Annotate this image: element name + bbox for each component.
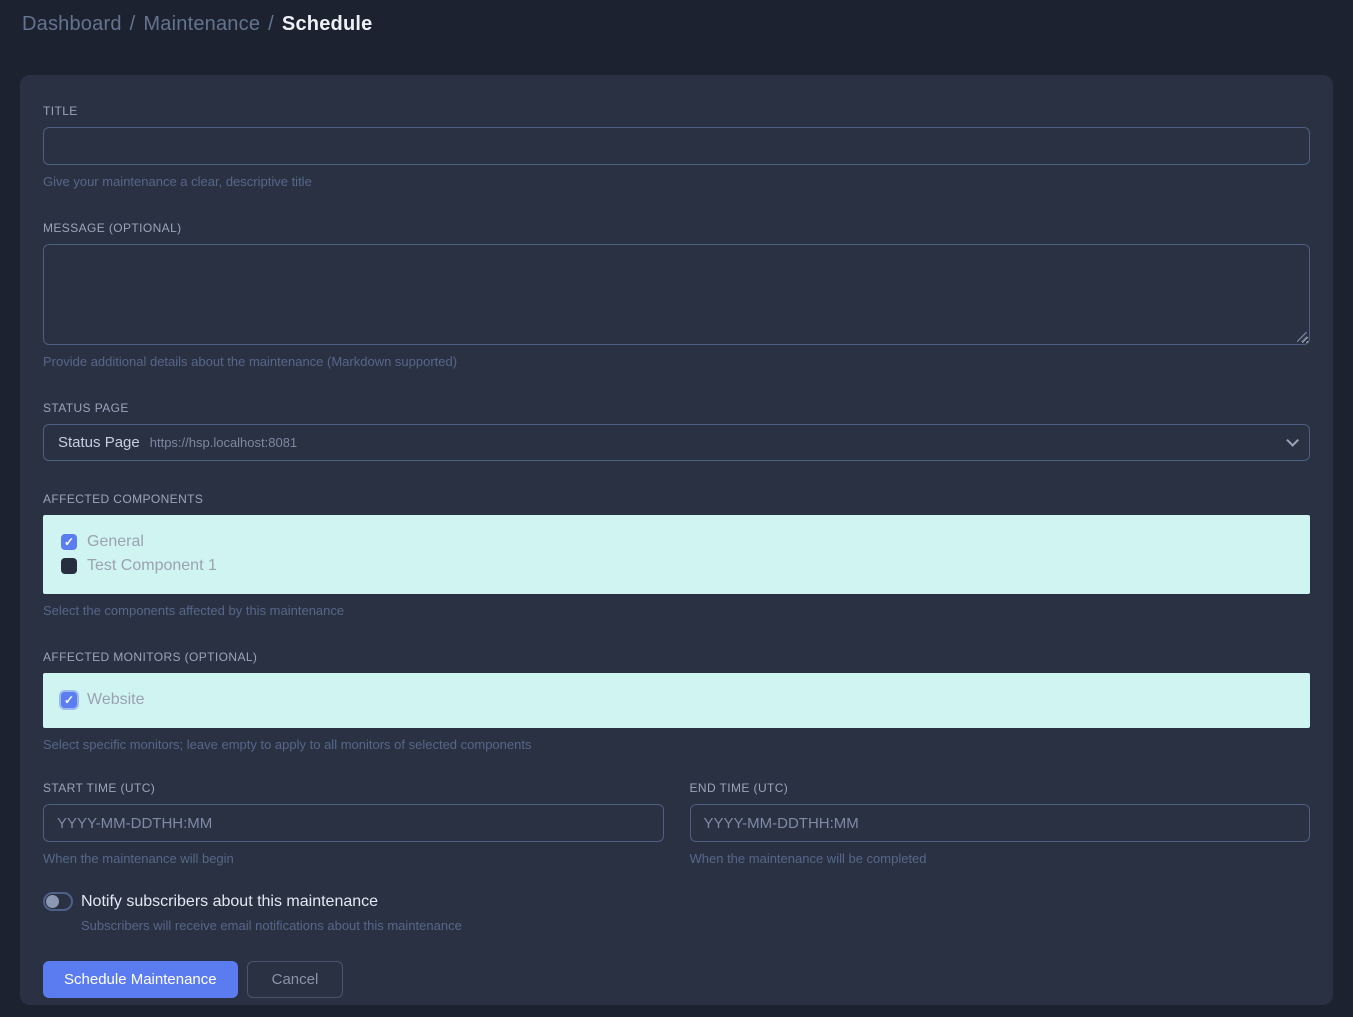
components-checkbox-panel: ✓ General ✓ Test Component 1: [43, 515, 1310, 594]
title-label: TITLE: [43, 104, 1310, 118]
form-actions: Schedule Maintenance Cancel: [43, 961, 1310, 998]
message-textarea[interactable]: [43, 244, 1310, 345]
status-page-selected-name: Status Page: [58, 434, 140, 451]
status-page-label: STATUS PAGE: [43, 401, 1310, 415]
checkbox-unchecked[interactable]: ✓: [61, 558, 77, 574]
monitors-field-group: AFFECTED MONITORS (OPTIONAL) ✓ Website Se…: [43, 650, 1310, 752]
components-label: AFFECTED COMPONENTS: [43, 492, 1310, 506]
checkbox-label: General: [87, 533, 144, 551]
start-time-field-group: START TIME (UTC) When the maintenance wi…: [43, 781, 664, 866]
title-helper: Give your maintenance a clear, descripti…: [43, 174, 1310, 189]
schedule-maintenance-button[interactable]: Schedule Maintenance: [43, 961, 238, 998]
chevron-down-icon: [1286, 434, 1299, 447]
breadcrumb: Dashboard / Maintenance / Schedule: [22, 13, 372, 36]
notify-helper: Subscribers will receive email notificat…: [81, 918, 1310, 933]
breadcrumb-link[interactable]: Maintenance: [143, 13, 260, 35]
notify-toggle-group: Notify subscribers about this maintenanc…: [43, 892, 1310, 933]
checkbox-checked[interactable]: ✓: [61, 534, 77, 550]
end-time-input[interactable]: [690, 804, 1311, 842]
notify-toggle-label: Notify subscribers about this maintenanc…: [81, 893, 378, 911]
checkbox-row: ✓ General: [61, 530, 1292, 554]
start-time-label: START TIME (UTC): [43, 781, 664, 795]
checkmark-icon: ✓: [64, 694, 74, 706]
toggle-knob: [46, 895, 59, 908]
breadcrumb-separator: /: [130, 13, 136, 35]
checkbox-row: ✓ Website: [61, 688, 1292, 712]
notify-toggle[interactable]: [43, 892, 73, 911]
monitors-helper: Select specific monitors; leave empty to…: [43, 737, 1310, 752]
monitors-label: AFFECTED MONITORS (OPTIONAL): [43, 650, 1310, 664]
components-field-group: AFFECTED COMPONENTS ✓ General ✓ Test Compon…: [43, 492, 1310, 618]
monitors-checkbox-panel: ✓ Website: [43, 673, 1310, 728]
breadcrumb-link[interactable]: Dashboard: [22, 13, 122, 35]
end-time-helper: When the maintenance will be completed: [690, 851, 1311, 866]
components-helper: Select the components affected by this m…: [43, 603, 1310, 618]
schedule-maintenance-form-card: TITLE Give your maintenance a clear, des…: [20, 75, 1333, 1005]
topbar: Dashboard / Maintenance / Schedule: [0, 0, 1353, 48]
checkmark-icon: ✓: [64, 536, 74, 548]
checkbox-label: Test Component 1: [87, 557, 217, 575]
status-page-select[interactable]: Status Page https://hsp.localhost:8081: [43, 424, 1310, 461]
breadcrumb-current: Schedule: [282, 13, 373, 35]
status-page-field-group: STATUS PAGE Status Page https://hsp.loca…: [43, 401, 1310, 461]
status-page-selected-url: https://hsp.localhost:8081: [150, 435, 297, 450]
message-helper: Provide additional details about the mai…: [43, 354, 1310, 369]
end-time-label: END TIME (UTC): [690, 781, 1311, 795]
title-input[interactable]: [43, 127, 1310, 165]
cancel-button[interactable]: Cancel: [247, 961, 344, 998]
message-label: MESSAGE (OPTIONAL): [43, 221, 1310, 235]
checkbox-row: ✓ Test Component 1: [61, 554, 1292, 578]
checkbox-checked[interactable]: ✓: [61, 692, 77, 708]
end-time-field-group: END TIME (UTC) When the maintenance will…: [690, 781, 1311, 866]
title-field-group: TITLE Give your maintenance a clear, des…: [43, 104, 1310, 189]
breadcrumb-separator: /: [268, 13, 274, 35]
message-field-group: MESSAGE (OPTIONAL) Provide additional de…: [43, 221, 1310, 369]
start-time-input[interactable]: [43, 804, 664, 842]
time-fields-row: START TIME (UTC) When the maintenance wi…: [43, 781, 1310, 866]
checkbox-label: Website: [87, 691, 145, 709]
start-time-helper: When the maintenance will begin: [43, 851, 664, 866]
